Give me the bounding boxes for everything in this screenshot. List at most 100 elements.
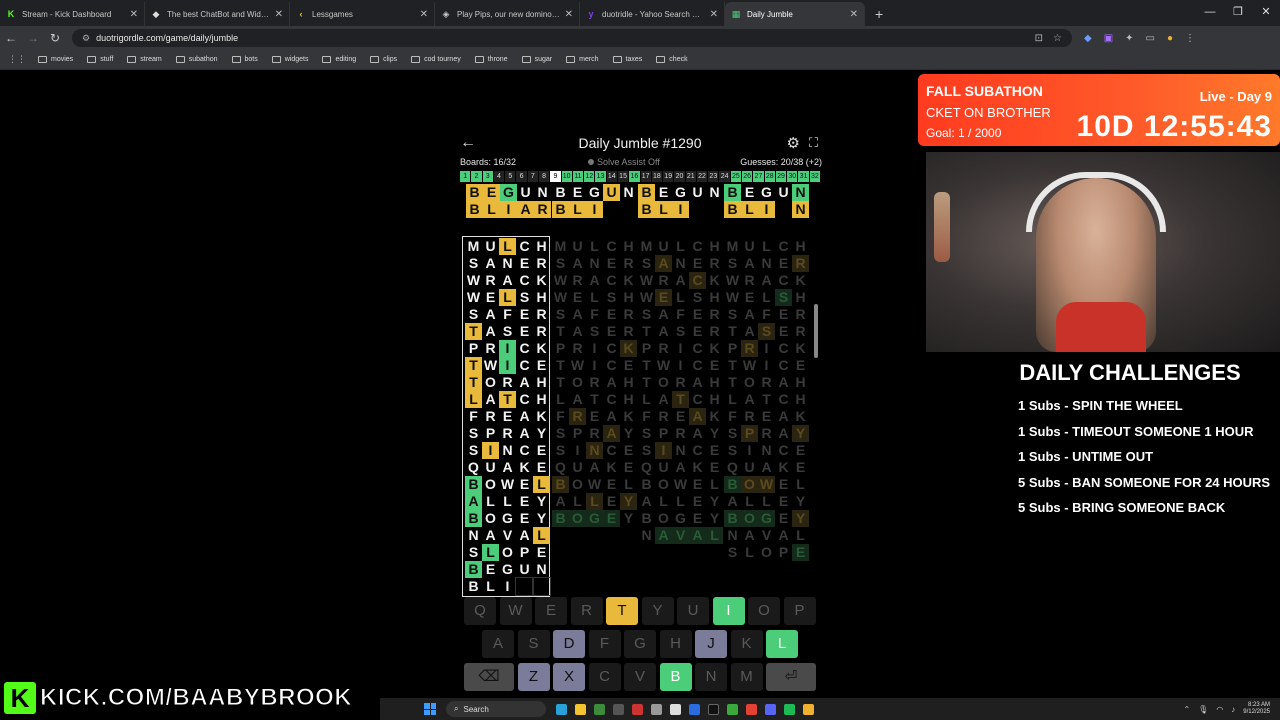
key-o[interactable]: O — [748, 597, 780, 625]
reload-icon[interactable]: ↻ — [44, 31, 66, 45]
board-number[interactable]: 14 — [606, 171, 617, 182]
tab-close-icon[interactable]: ✕ — [275, 9, 283, 20]
board-number[interactable]: 21 — [685, 171, 696, 182]
app-icon[interactable] — [651, 703, 662, 715]
board-number[interactable]: 18 — [651, 171, 663, 182]
app-icon[interactable] — [594, 703, 605, 715]
key-e[interactable]: E — [535, 597, 567, 625]
key-m[interactable]: M — [730, 663, 763, 691]
bookmark-folder[interactable]: stream — [127, 56, 162, 63]
file-explorer-icon[interactable] — [575, 703, 586, 715]
board-number[interactable]: 27 — [753, 171, 764, 182]
key-v[interactable]: V — [624, 663, 656, 691]
board-number[interactable]: 15 — [617, 171, 629, 182]
board-number[interactable]: 22 — [696, 171, 708, 182]
bookmark-folder[interactable]: sugar — [521, 56, 552, 63]
key-k[interactable]: K — [730, 630, 763, 658]
tab-close-icon[interactable]: ✕ — [420, 9, 428, 20]
new-tab-icon[interactable]: + — [865, 6, 893, 26]
board-number[interactable]: 25 — [730, 171, 742, 182]
back-icon[interactable]: ← — [0, 31, 22, 45]
bookmark-folder[interactable]: editing — [322, 56, 356, 63]
board-number[interactable]: 10 — [561, 171, 572, 182]
board-number[interactable]: 6 — [516, 171, 527, 182]
board-number[interactable]: 16 — [629, 171, 640, 182]
board-number[interactable]: 17 — [640, 171, 651, 182]
bookmark-folder[interactable]: taxes — [612, 56, 642, 63]
browser-tab[interactable]: K Stream - Kick Dashboard ✕ — [0, 2, 145, 26]
forward-icon[interactable]: → — [22, 31, 44, 45]
bookmark-folder[interactable]: check — [656, 56, 688, 63]
board-number[interactable]: 7 — [527, 171, 538, 182]
key-d[interactable]: D — [553, 630, 585, 658]
steam-icon[interactable] — [670, 703, 681, 715]
maximize-icon[interactable]: ❐ — [1224, 0, 1252, 24]
chrome-icon[interactable] — [746, 703, 757, 715]
board-number[interactable]: 9 — [550, 171, 561, 182]
app-icon[interactable] — [689, 703, 700, 715]
clock[interactable]: 8:23 AM 9/12/2025 — [1243, 702, 1270, 716]
key-y[interactable]: Y — [641, 597, 674, 625]
bookmark-star-icon[interactable]: ☆ — [1053, 33, 1062, 44]
board-number[interactable]: 3 — [482, 171, 493, 182]
tray-chevron-icon[interactable]: ⌃ — [1183, 705, 1190, 714]
key-l[interactable]: L — [766, 630, 798, 658]
board-number[interactable]: 32 — [809, 171, 820, 182]
apps-grid-icon[interactable]: ⋮⋮ — [8, 54, 26, 65]
key-w[interactable]: W — [499, 597, 532, 625]
key-n[interactable]: N — [695, 663, 727, 691]
xbox-icon[interactable] — [727, 703, 738, 715]
browser-tab[interactable]: ‹ Lessgames ✕ — [290, 2, 435, 26]
edge-icon[interactable] — [556, 703, 567, 715]
board-number[interactable]: 19 — [663, 171, 674, 182]
board-number[interactable]: 31 — [798, 171, 809, 182]
tab-close-icon[interactable]: ✕ — [850, 9, 858, 20]
volume-icon[interactable]: ♪ — [1231, 705, 1235, 714]
puzzle-extensions-icon[interactable]: ✦ — [1125, 33, 1133, 44]
key-q[interactable]: Q — [464, 597, 496, 625]
bookmark-folder[interactable]: cod tourney — [411, 56, 461, 63]
profile-avatar-icon[interactable]: ● — [1167, 33, 1173, 44]
key-r[interactable]: R — [570, 597, 603, 625]
scrollbar-thumb[interactable] — [814, 304, 818, 358]
bookmark-folder[interactable]: movies — [38, 56, 73, 63]
app-icon[interactable] — [613, 703, 624, 715]
close-window-icon[interactable]: ✕ — [1252, 0, 1280, 24]
key-i[interactable]: I — [712, 597, 745, 625]
settings-gear-icon[interactable]: ⚙ — [787, 134, 800, 152]
bookmark-folder[interactable]: subathon — [175, 56, 218, 63]
solve-assist-toggle[interactable]: Solve Assist Off — [588, 157, 660, 167]
key-t[interactable]: T — [606, 597, 638, 625]
bookmark-folder[interactable]: merch — [566, 56, 599, 63]
board-number[interactable]: 29 — [775, 171, 787, 182]
windows-start-icon[interactable] — [424, 703, 436, 715]
wifi-icon[interactable]: ◠ — [1216, 705, 1223, 714]
key-c[interactable]: C — [588, 663, 621, 691]
chrome-icon[interactable] — [803, 703, 814, 715]
enter-key[interactable]: ⏎ — [766, 663, 816, 691]
extension-icon[interactable]: ◆ — [1084, 33, 1092, 44]
site-info-icon[interactable]: ⚙ — [82, 33, 90, 44]
key-h[interactable]: H — [659, 630, 692, 658]
tab-close-icon[interactable]: ✕ — [710, 9, 718, 20]
board-number[interactable]: 24 — [719, 171, 730, 182]
board-number[interactable]: 2 — [471, 171, 482, 182]
minimize-icon[interactable]: — — [1196, 0, 1224, 24]
browser-tab[interactable]: ◆ The best ChatBot and Widgets ✕ — [145, 2, 290, 26]
x-icon[interactable] — [708, 703, 719, 715]
backspace-key[interactable]: ⌫ — [464, 663, 514, 691]
microphone-icon[interactable]: 🎙 — [1198, 705, 1208, 714]
fullscreen-icon[interactable]: ⛶ — [809, 135, 818, 151]
key-s[interactable]: S — [517, 630, 550, 658]
key-p[interactable]: P — [783, 597, 816, 625]
key-b[interactable]: B — [659, 663, 692, 691]
sidebar-icon[interactable]: ▭ — [1146, 33, 1155, 44]
discord-icon[interactable] — [765, 703, 776, 715]
board-number[interactable]: 23 — [708, 171, 719, 182]
board-number[interactable]: 30 — [787, 171, 798, 182]
bookmark-folder[interactable]: bots — [231, 56, 258, 63]
browser-tab[interactable]: ▦ Daily Jumble ✕ — [725, 2, 865, 26]
board-number[interactable]: 8 — [538, 171, 550, 182]
app-icon[interactable] — [632, 703, 643, 715]
key-x[interactable]: X — [553, 663, 585, 691]
